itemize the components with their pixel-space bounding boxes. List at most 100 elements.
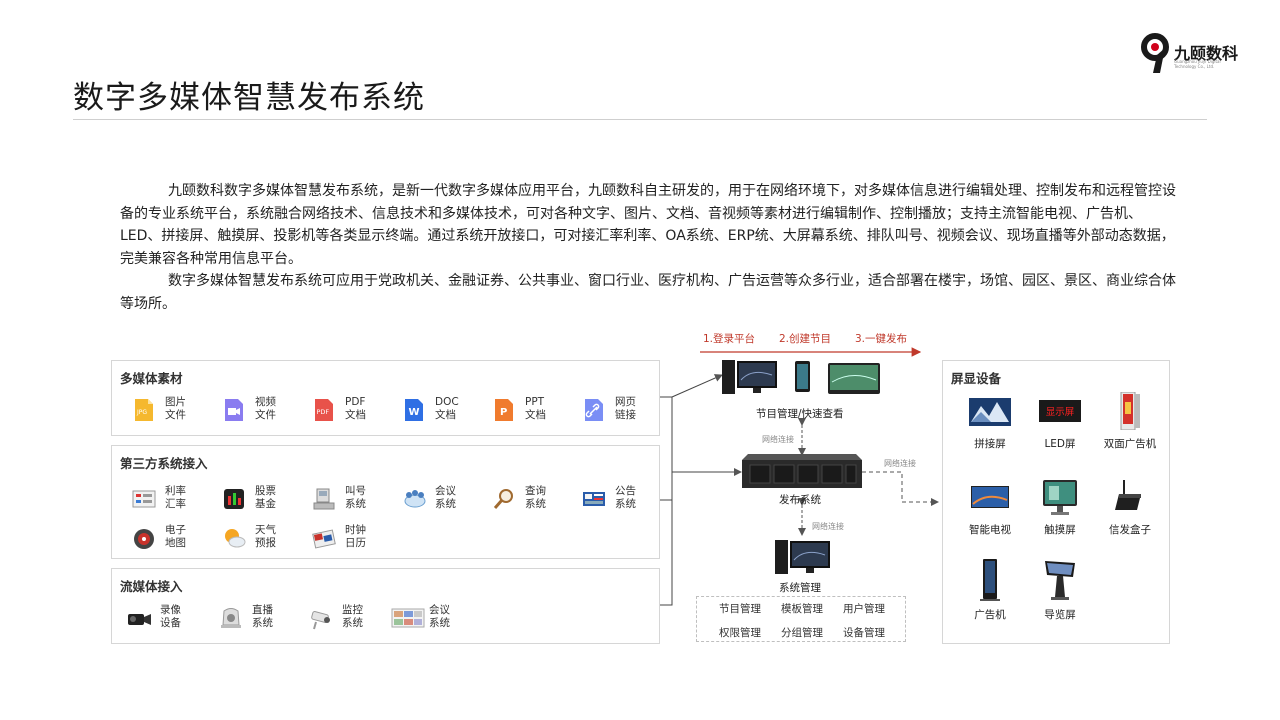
video-camera-icon xyxy=(128,614,151,625)
flow-step-publish: 3.一键发布 xyxy=(855,333,908,345)
media-item-label: DOC 文档 xyxy=(435,396,459,421)
mgmt-item: 模板管理 xyxy=(781,603,823,615)
media-item-pdf: PDF PDF 文档 xyxy=(311,395,401,427)
exchange-rate-icon xyxy=(132,490,156,508)
touch-screen-icon xyxy=(1043,480,1077,515)
image-file-icon: JPG xyxy=(135,399,153,421)
stream-item-conference: 会议 系统 xyxy=(391,603,485,635)
media-item-doc: W DOC 文档 xyxy=(401,395,491,427)
third-party-panel-title: 第三方系统接入 xyxy=(120,456,208,471)
queue-call-icon xyxy=(313,488,335,510)
pdf-file-icon: PDF xyxy=(315,399,333,421)
guide-screen-icon xyxy=(1045,561,1075,600)
media-item-video: 视频 文件 xyxy=(221,395,311,427)
media-item-web: 网页 链接 xyxy=(581,395,671,427)
screen-item-double-ad: 双面广告机 xyxy=(1095,392,1165,451)
system-mgmt-pc-icon xyxy=(775,540,830,574)
web-link-icon xyxy=(585,399,603,421)
third-party-panel: 第三方系统接入 利率 汇率 股票 基金 叫号 系统 会议 系统 查询 系统 公告… xyxy=(111,445,660,559)
screen-item-label: 信发盒子 xyxy=(1109,524,1151,536)
media-panel-title: 多媒体素材 xyxy=(120,371,183,386)
query-system-icon xyxy=(493,489,513,509)
screen-item-led: 显示屏 LED屏 xyxy=(1025,392,1095,451)
surveillance-icon xyxy=(311,611,330,630)
video-conference-icon xyxy=(391,608,425,628)
third-item-stock: 股票 基金 xyxy=(221,484,311,516)
stream-item-camera: 录像 设备 xyxy=(126,603,216,635)
led-screen-icon: 显示屏 xyxy=(1039,400,1081,422)
flow-step-create: 2.创建节目 xyxy=(779,333,832,345)
screen-item-splice: 拼接屏 xyxy=(955,392,1025,451)
program-devices-icon xyxy=(722,360,880,394)
screen-item-label: 触摸屏 xyxy=(1044,524,1076,536)
stock-fund-icon xyxy=(224,489,244,509)
network-label-right: 网络连接 xyxy=(884,459,916,468)
svg-text:P: P xyxy=(500,407,507,418)
third-item-rate: 利率 汇率 xyxy=(131,484,221,516)
stream-panel: 流媒体接入 录像 设备 直播 系统 监控 系统 会议 系统 xyxy=(111,568,660,644)
ppt-file-icon: P xyxy=(495,399,513,421)
ad-machine-icon xyxy=(980,559,1000,601)
meeting-system-icon xyxy=(404,490,426,508)
media-item-ppt: P PPT 文档 xyxy=(491,395,581,427)
media-panel: 多媒体素材 JPG 图片 文件 视频 文件 PDF PDF 文档 W DOC 文… xyxy=(111,360,660,436)
mgmt-item: 权限管理 xyxy=(719,627,761,639)
svg-text:JPG: JPG xyxy=(136,409,147,416)
third-item-label: 股票 基金 xyxy=(255,485,276,510)
doc-file-icon: W xyxy=(405,399,423,421)
publish-server-icon xyxy=(742,454,862,488)
third-item-label: 叫号 系统 xyxy=(345,485,366,510)
screen-item-label: 导览屏 xyxy=(1044,609,1076,621)
screen-item-ad-machine: 广告机 xyxy=(955,559,1025,623)
stream-item-label: 录像 设备 xyxy=(160,604,181,629)
screen-item-label: 拼接屏 xyxy=(974,438,1006,450)
third-item-label: 会议 系统 xyxy=(435,485,456,510)
stream-item-live: 直播 系统 xyxy=(218,603,308,635)
screen-item-box: 信发盒子 xyxy=(1095,478,1165,537)
double-sided-ad-icon xyxy=(1120,392,1140,430)
e-map-icon xyxy=(134,529,154,549)
led-screen-text: 显示屏 xyxy=(1046,407,1075,418)
screen-item-guide: 导览屏 xyxy=(1025,559,1095,623)
weather-icon xyxy=(225,529,246,548)
third-item-label: 天气 预报 xyxy=(255,524,276,549)
third-item-weather: 天气 预报 xyxy=(221,523,311,555)
svg-text:PDF: PDF xyxy=(317,408,330,416)
screen-item-label: 广告机 xyxy=(974,609,1006,621)
mgmt-item: 设备管理 xyxy=(843,627,885,639)
publish-caption: 发布系统 xyxy=(779,494,821,506)
signage-box-icon xyxy=(1115,480,1141,510)
media-item-label: PPT 文档 xyxy=(525,396,546,421)
third-item-label: 电子 地图 xyxy=(165,524,186,549)
mgmt-item: 分组管理 xyxy=(781,627,823,639)
program-caption: 节目管理/快速查看 xyxy=(756,408,844,420)
third-item-label: 时钟 日历 xyxy=(345,524,366,549)
screens-panel: 屏显设备 拼接屏 显示屏 LED屏 双面广告机 智能电视 触摸屏 信发盒子 广告… xyxy=(942,360,1170,644)
media-item-label: 网页 链接 xyxy=(615,396,636,421)
third-item-meeting: 会议 系统 xyxy=(401,484,491,516)
network-label-bottom: 网络连接 xyxy=(812,522,844,531)
live-broadcast-icon xyxy=(221,608,241,628)
svg-text:W: W xyxy=(409,407,420,418)
stream-item-label: 直播 系统 xyxy=(252,604,273,629)
screen-item-label: LED屏 xyxy=(1044,438,1076,450)
notice-system-icon xyxy=(583,492,605,506)
clock-calendar-icon xyxy=(312,529,336,549)
screen-item-smart-tv: 智能电视 xyxy=(955,478,1025,537)
media-item-label: 视频 文件 xyxy=(255,396,276,421)
mgmt-item: 用户管理 xyxy=(843,603,885,615)
media-item-label: 图片 文件 xyxy=(165,396,186,421)
third-item-clock: 时钟 日历 xyxy=(311,523,401,555)
splice-screen-icon xyxy=(969,398,1011,426)
third-item-label: 查询 系统 xyxy=(525,485,546,510)
stream-panel-title: 流媒体接入 xyxy=(120,579,183,594)
stream-item-label: 会议 系统 xyxy=(429,604,450,629)
third-item-query: 查询 系统 xyxy=(491,484,581,516)
video-file-icon xyxy=(225,399,243,421)
smart-tv-icon xyxy=(971,486,1009,508)
screen-item-label: 双面广告机 xyxy=(1103,438,1157,450)
mgmt-item: 节目管理 xyxy=(719,603,761,615)
media-item-image: JPG 图片 文件 xyxy=(131,395,221,427)
stream-item-label: 监控 系统 xyxy=(342,604,363,629)
network-label-top: 网络连接 xyxy=(762,435,794,444)
